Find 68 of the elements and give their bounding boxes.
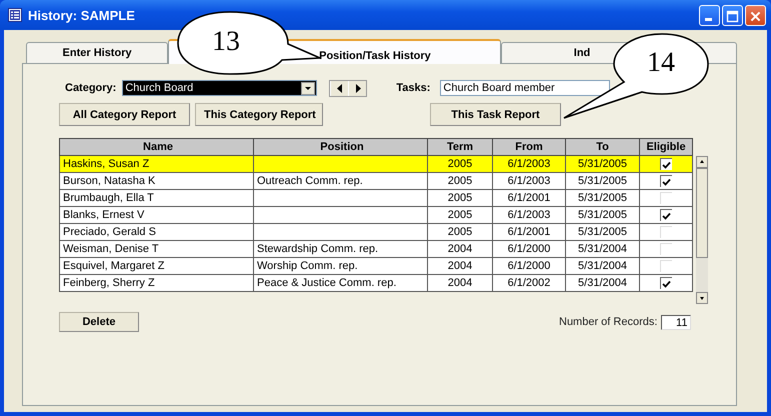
right-arrow-icon [354, 84, 362, 92]
table-cell: 5/31/2004 [578, 243, 627, 255]
category-label: Category: [65, 82, 116, 94]
table-cell: 5/31/2004 [578, 260, 627, 272]
column-header: Position [254, 138, 428, 156]
checkbox[interactable] [660, 209, 672, 222]
column-header: From [492, 138, 566, 156]
table-cell: Worship Comm. rep. [257, 260, 358, 272]
report-button[interactable]: This Task Report [430, 103, 561, 126]
table-cell: 5/31/2005 [578, 192, 627, 204]
table-cell: Esquivel, Margaret Z [63, 260, 164, 272]
window-title: History: SAMPLE [28, 8, 136, 22]
minimize-icon [705, 18, 712, 20]
table-cell: 5/31/2004 [578, 277, 627, 289]
table-cell: 2005 [448, 192, 472, 204]
minimize-button[interactable] [699, 4, 720, 26]
table-cell: 5/31/2005 [578, 175, 627, 187]
report-button[interactable]: All Category Report [59, 103, 190, 126]
table-cell: 2004 [448, 277, 472, 289]
table-cell: Stewardship Comm. rep. [257, 243, 378, 255]
table-cell: 6/1/2003 [508, 209, 550, 221]
scroll-up-icon[interactable] [696, 156, 708, 168]
table-cell: 6/1/2001 [508, 226, 550, 238]
table-cell: 6/1/2000 [508, 243, 550, 255]
report-button[interactable]: This Category Report [195, 103, 323, 126]
table-cell: Outreach Comm. rep. [257, 175, 363, 187]
column-header: Term [428, 138, 492, 156]
column-header: To [566, 138, 640, 156]
table-cell: 2005 [448, 226, 472, 238]
record-count-label: Number of Records: [559, 316, 658, 328]
table-cell: Haskins, Susan Z [63, 158, 150, 170]
table-cell: 2004 [448, 243, 472, 255]
delete-button[interactable]: Delete [59, 312, 139, 332]
scroll-down-icon[interactable] [696, 292, 708, 304]
table-cell: Preciado, Gerald S [63, 226, 156, 238]
table-cell: 2005 [448, 175, 472, 187]
close-button[interactable] [745, 4, 766, 26]
checkbox[interactable] [660, 175, 672, 188]
tasks-label: Tasks: [396, 82, 430, 94]
table-cell: 6/1/2002 [508, 277, 550, 289]
category-dropdown[interactable]: Church Board [122, 80, 318, 96]
table-cell: 6/1/2003 [508, 158, 550, 170]
record-count-field: 11 [661, 314, 692, 330]
table-cell: 2005 [448, 158, 472, 170]
column-header: Eligible [640, 138, 692, 156]
left-arrow-icon [336, 84, 344, 92]
scroll-thumb[interactable] [696, 168, 708, 258]
tasks-dropdown[interactable]: Church Board member [440, 80, 610, 96]
table-cell: 2004 [448, 260, 472, 272]
list-icon [8, 8, 22, 22]
checkbox[interactable] [660, 277, 672, 290]
checkbox[interactable] [660, 158, 672, 170]
tab[interactable]: Enter History [26, 42, 168, 63]
table-cell: 6/1/2000 [508, 260, 550, 272]
table-cell: 5/31/2005 [578, 158, 627, 170]
table-cell: Weisman, Denise T [63, 243, 159, 255]
maximize-button[interactable] [722, 4, 743, 26]
table-cell: 6/1/2001 [508, 192, 550, 204]
table-cell: Burson, Natasha K [63, 175, 156, 187]
table-cell: 6/1/2003 [508, 175, 550, 187]
table-cell: 5/31/2005 [578, 209, 627, 221]
table-cell: 2005 [448, 209, 472, 221]
table-cell: Brumbaugh, Ella T [63, 192, 154, 204]
table-cell: Blanks, Ernest V [63, 209, 144, 221]
table-cell: 5/31/2005 [578, 226, 627, 238]
table-cell: Feinberg, Sherry Z [63, 277, 155, 289]
column-header: Name [60, 138, 254, 156]
table-cell: Peace & Justice Comm. rep. [257, 277, 396, 289]
